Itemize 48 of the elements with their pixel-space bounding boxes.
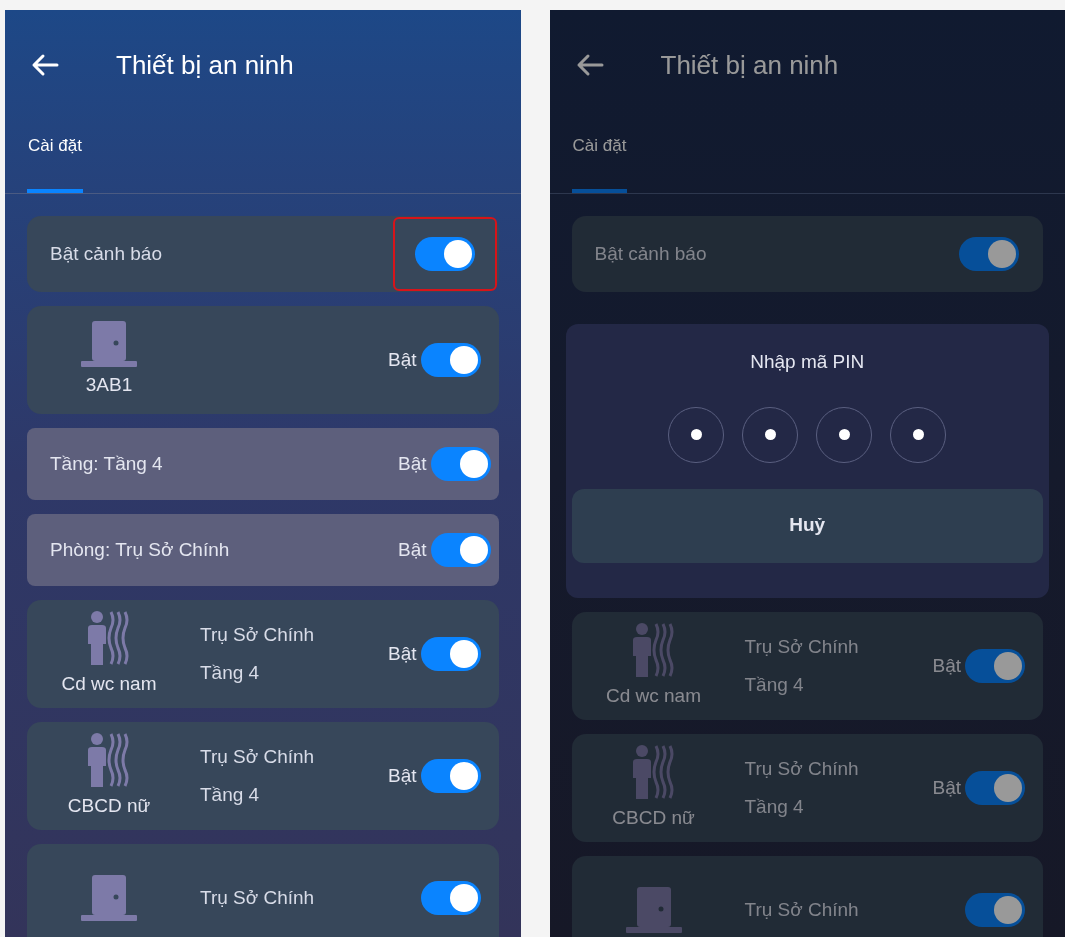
toggle-switch[interactable] <box>965 893 1025 927</box>
door-icon <box>81 320 137 367</box>
toggle-switch[interactable] <box>414 237 475 271</box>
setting-label: Bật cảnh báo <box>594 241 707 266</box>
cancel-button[interactable]: Huỷ <box>571 488 1043 563</box>
location-text: Tầng 4 <box>200 783 261 807</box>
filter-label: Tầng: Tầng 4 <box>50 451 163 476</box>
door-icon <box>81 875 137 921</box>
screen-title: Thiết bị an ninh <box>660 48 839 82</box>
back-arrow-icon[interactable] <box>575 53 604 77</box>
device-name: 3AB1 <box>85 372 133 397</box>
toggle-switch[interactable] <box>420 343 481 377</box>
toggle-switch[interactable] <box>420 759 481 793</box>
setting-label: Bật cảnh báo <box>50 241 162 266</box>
toggle-switch[interactable] <box>420 637 481 671</box>
toggle-switch[interactable] <box>430 447 491 481</box>
toggle-switch[interactable] <box>420 881 481 915</box>
location-text: Trụ Sở Chính <box>200 885 316 910</box>
status-label: Bật <box>932 653 961 678</box>
dialog-title: Nhập mã PIN <box>750 350 865 374</box>
location-text: Tầng 4 <box>200 661 261 685</box>
toggle-switch[interactable] <box>430 533 491 567</box>
status-label: Bật <box>387 763 417 788</box>
back-arrow-icon[interactable] <box>31 53 59 77</box>
status-label: Bật <box>932 775 961 800</box>
location-text: Trụ Sở Chính <box>744 756 860 781</box>
location-text: Trụ Sở Chính <box>200 744 316 769</box>
tab[interactable]: Cài đặt <box>571 118 628 193</box>
device-name: Cd wc nam <box>61 671 157 696</box>
toggle-switch[interactable] <box>965 649 1025 683</box>
device-name: Cd wc nam <box>606 683 701 708</box>
location-text: Trụ Sở Chính <box>200 622 316 647</box>
door-icon <box>625 887 682 933</box>
tab[interactable]: Cài đặt <box>27 118 83 193</box>
location-text: Trụ Sở Chính <box>744 634 860 659</box>
device-name: CBCD nữ <box>67 793 151 818</box>
location-text: Tầng 4 <box>744 795 805 819</box>
toggle-switch[interactable] <box>959 237 1019 271</box>
screen-title: Thiết bị an ninh <box>116 48 294 82</box>
device-name: CBCD nữ <box>612 805 695 830</box>
status-label: Bật <box>397 451 427 476</box>
status-label: Bật <box>387 641 417 666</box>
status-label: Bật <box>397 537 427 562</box>
toggle-switch[interactable] <box>965 771 1025 805</box>
location-text: Tầng 4 <box>744 673 805 697</box>
status-label: Bật <box>387 347 417 372</box>
location-text: Trụ Sở Chính <box>744 897 860 922</box>
filter-label: Phòng: Trụ Sở Chính <box>50 537 230 562</box>
